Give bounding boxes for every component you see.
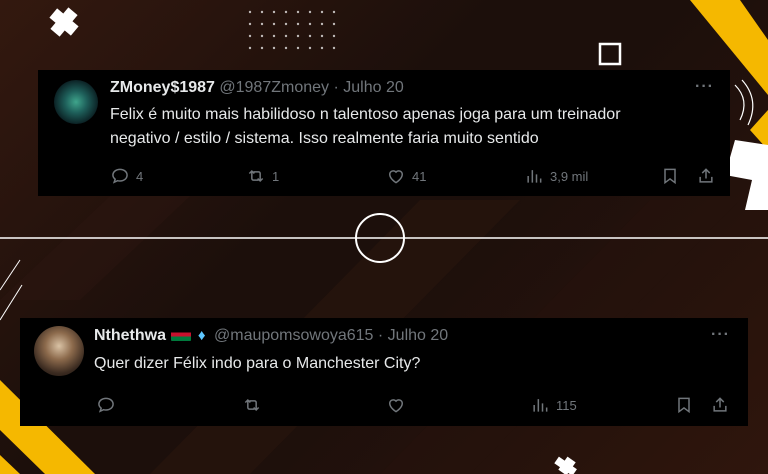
views-count: 3,9 mil xyxy=(550,168,589,184)
avatar[interactable] xyxy=(34,326,84,376)
like-button[interactable] xyxy=(386,393,412,417)
tweet-header: Nthethwa ♦ @maupomsowoya615 · Julho 20 xyxy=(94,326,448,346)
reply-count: 4 xyxy=(136,168,144,184)
bookmark-icon xyxy=(678,397,690,414)
heart-icon xyxy=(388,170,404,184)
tweet-header: ZMoney$1987 @1987Zmoney · Julho 20 xyxy=(110,78,404,98)
share-button[interactable] xyxy=(710,393,730,417)
tweet-text: Quer dizer Félix indo para o Manchester … xyxy=(94,352,714,376)
views-button[interactable]: 115 xyxy=(530,393,577,417)
more-options-icon[interactable]: ··· xyxy=(711,326,730,344)
share-icon xyxy=(713,397,727,412)
repost-button[interactable] xyxy=(242,393,268,417)
share-button[interactable] xyxy=(696,164,716,188)
views-icon xyxy=(527,170,542,183)
more-options-icon[interactable]: ··· xyxy=(695,78,714,96)
bookmark-button[interactable] xyxy=(660,164,680,188)
avatar[interactable] xyxy=(54,80,98,124)
display-name[interactable]: ZMoney$1987 xyxy=(110,79,215,96)
views-icon xyxy=(533,399,548,412)
views-button[interactable]: 3,9 mil xyxy=(524,164,588,188)
flag-emoji xyxy=(171,328,192,341)
handle-and-date[interactable]: @maupomsowoya615 · Julho 20 xyxy=(214,327,448,344)
display-name[interactable]: Nthethwa xyxy=(94,327,166,344)
tweet-card[interactable]: Nthethwa ♦ @maupomsowoya615 · Julho 20 ·… xyxy=(20,318,748,426)
handle-and-date[interactable]: @1987Zmoney · Julho 20 xyxy=(219,79,403,96)
like-button[interactable]: 41 xyxy=(386,164,426,188)
action-bar: 4 1 41 3,9 mil xyxy=(38,164,730,188)
repost-icon xyxy=(244,398,260,412)
like-count: 41 xyxy=(412,168,427,184)
bookmark-icon xyxy=(664,168,676,185)
repost-count: 1 xyxy=(272,168,280,184)
tweet-text-line: Felix é muito mais habilidoso n talentos… xyxy=(110,106,621,123)
tweet-card[interactable]: ZMoney$1987 @1987Zmoney · Julho 20 ··· F… xyxy=(38,70,730,196)
bookmark-button[interactable] xyxy=(674,393,694,417)
repost-button[interactable]: 1 xyxy=(246,164,279,188)
action-bar: 115 xyxy=(20,393,748,417)
heart-icon xyxy=(388,399,404,413)
reply-button[interactable] xyxy=(96,393,122,417)
tweet-text: Felix é muito mais habilidoso n talentos… xyxy=(110,103,710,151)
diamond-emoji: ♦ xyxy=(197,327,206,344)
reply-icon xyxy=(98,397,114,413)
repost-icon xyxy=(248,169,264,183)
reply-icon xyxy=(112,168,128,184)
tweet-text-line: negativo / estilo / sistema. Isso realme… xyxy=(110,130,539,147)
views-count: 115 xyxy=(556,397,577,413)
reply-button[interactable]: 4 xyxy=(110,164,143,188)
tweet-text-line: Quer dizer Félix indo para o Manchester … xyxy=(94,355,421,372)
share-icon xyxy=(699,168,713,183)
